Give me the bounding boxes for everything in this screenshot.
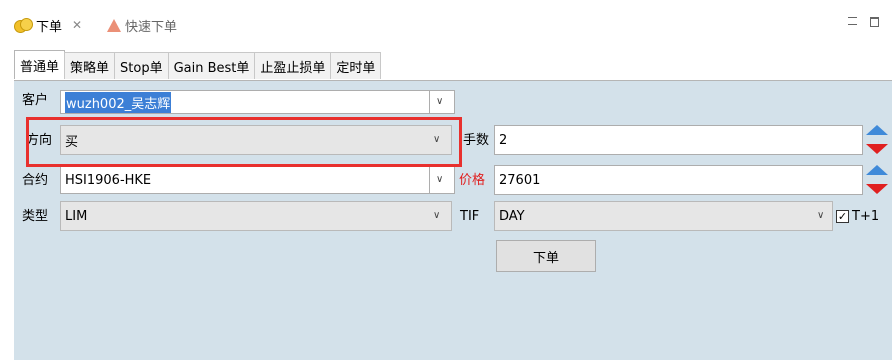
tab-stop-order[interactable]: Stop单 xyxy=(114,52,169,79)
chevron-down-icon: ∨ xyxy=(817,210,825,221)
t1-checkbox[interactable]: ✓ xyxy=(836,210,849,223)
minimize-icon[interactable] xyxy=(848,17,857,25)
lots-value: 2 xyxy=(499,132,508,148)
lots-decrease-icon[interactable] xyxy=(866,144,888,154)
tab-timed-order[interactable]: 定时单 xyxy=(330,52,382,79)
direction-label: 方向 xyxy=(26,133,53,148)
contract-value: HSI1906-HKE xyxy=(65,172,152,188)
view-tab-bar: 下单 ✕ 快速下单 xyxy=(0,0,892,44)
tif-select[interactable]: DAY ∨ xyxy=(494,201,833,231)
chevron-down-icon: ∨ xyxy=(436,96,444,107)
type-select[interactable]: LIM ∨ xyxy=(60,201,452,231)
order-form-panel: 客户 wuzh002_吴志辉 ∨ 方向 买 ∨ 手数 2 合约 HSI1906-… xyxy=(14,81,892,360)
check-icon: ✓ xyxy=(837,210,848,223)
lots-input[interactable]: 2 xyxy=(494,125,863,155)
chevron-down-icon: ∨ xyxy=(436,174,444,185)
submit-order-button[interactable]: 下单 xyxy=(496,240,596,272)
client-label: 客户 xyxy=(22,93,49,108)
tab-quick-order-label: 快速下单 xyxy=(125,19,178,35)
order-type-tabs: 普通单 策略单 Stop单 Gain Best单 止盈止损单 定时单 xyxy=(14,50,382,80)
client-combo[interactable]: wuzh002_吴志辉 xyxy=(60,90,430,114)
t1-label: T+1 xyxy=(852,209,880,224)
tab-strategy-order[interactable]: 策略单 xyxy=(64,52,116,79)
type-label: 类型 xyxy=(22,209,49,224)
tab-take-profit-stop-loss-order[interactable]: 止盈止损单 xyxy=(254,52,332,79)
price-decrease-icon[interactable] xyxy=(866,184,888,194)
chevron-down-icon: ∨ xyxy=(433,210,441,221)
tif-label: TIF xyxy=(460,209,480,224)
direction-select[interactable]: 买 ∨ xyxy=(60,125,452,155)
contract-dropdown-button[interactable]: ∨ xyxy=(430,166,455,194)
price-input[interactable]: 27601 xyxy=(494,165,863,195)
tab-order-label: 下单 xyxy=(36,19,63,35)
contract-label: 合约 xyxy=(22,173,49,188)
chevron-down-icon: ∨ xyxy=(433,134,441,145)
type-value: LIM xyxy=(65,208,88,224)
direction-value: 买 xyxy=(65,134,79,150)
tab-gain-best-order[interactable]: Gain Best单 xyxy=(167,52,256,79)
contract-input[interactable]: HSI1906-HKE xyxy=(60,166,430,194)
tif-value: DAY xyxy=(499,208,525,224)
coins-icon xyxy=(14,18,33,33)
close-icon[interactable]: ✕ xyxy=(72,18,82,32)
tab-normal-order[interactable]: 普通单 xyxy=(14,50,66,79)
price-label: 价格 xyxy=(459,173,486,188)
tab-order[interactable]: 下单 ✕ xyxy=(14,14,82,36)
price-value: 27601 xyxy=(499,172,541,188)
client-value: wuzh002_吴志辉 xyxy=(65,91,172,113)
lots-increase-icon[interactable] xyxy=(866,125,888,135)
price-increase-icon[interactable] xyxy=(866,165,888,175)
lots-label: 手数 xyxy=(463,133,490,148)
tab-quick-order[interactable]: 快速下单 xyxy=(107,14,177,36)
maximize-icon[interactable] xyxy=(870,17,879,27)
quick-order-icon xyxy=(107,18,121,32)
client-dropdown-button[interactable]: ∨ xyxy=(430,90,455,114)
